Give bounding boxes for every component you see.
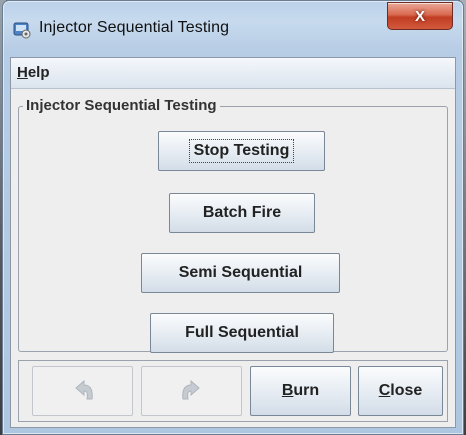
menu-help-mnemonic: H — [17, 64, 28, 81]
burn-mnemonic: B — [281, 382, 294, 399]
full-sequential-button[interactable]: Full Sequential — [150, 313, 334, 353]
burn-label: Burn — [282, 382, 319, 400]
undo-icon — [74, 379, 93, 400]
batch-fire-button[interactable]: Batch Fire — [169, 193, 315, 233]
burn-button[interactable]: Burn — [250, 366, 351, 416]
close-label: Close — [379, 382, 423, 400]
window-title: Injector Sequential Testing — [39, 19, 230, 36]
app-icon — [13, 22, 31, 39]
semi-sequential-button[interactable]: Semi Sequential — [141, 253, 340, 293]
full-sequential-label: Full Sequential — [185, 324, 299, 341]
app-window: Injector Sequential Testing X Help Injec… — [2, 0, 464, 435]
title-bar[interactable]: Injector Sequential Testing X — [3, 1, 463, 57]
bottom-toolbar: Burn Close — [18, 360, 448, 422]
client-area: Help Injector Sequential Testing Stop Te… — [10, 57, 456, 428]
burn-label-rest: urn — [293, 382, 320, 399]
redo-button[interactable] — [141, 366, 242, 416]
undo-button[interactable] — [32, 366, 133, 416]
menu-help[interactable]: Help — [17, 64, 50, 81]
close-button[interactable]: Close — [358, 366, 443, 416]
stop-testing-button[interactable]: Stop Testing — [158, 131, 325, 171]
close-label-rest: lose — [390, 382, 423, 399]
batch-fire-label: Batch Fire — [202, 204, 282, 221]
close-mnemonic: C — [378, 382, 391, 399]
injector-testing-group: Injector Sequential Testing Stop Testing… — [18, 97, 448, 353]
group-title: Injector Sequential Testing — [23, 97, 220, 114]
close-icon: X — [414, 7, 425, 25]
menu-help-label: elp — [27, 64, 50, 81]
stop-testing-label: Stop Testing — [188, 139, 295, 163]
window-close-button[interactable]: X — [387, 2, 453, 30]
redo-icon — [181, 379, 200, 400]
menu-bar: Help — [11, 58, 455, 89]
semi-sequential-label: Semi Sequential — [178, 264, 303, 281]
